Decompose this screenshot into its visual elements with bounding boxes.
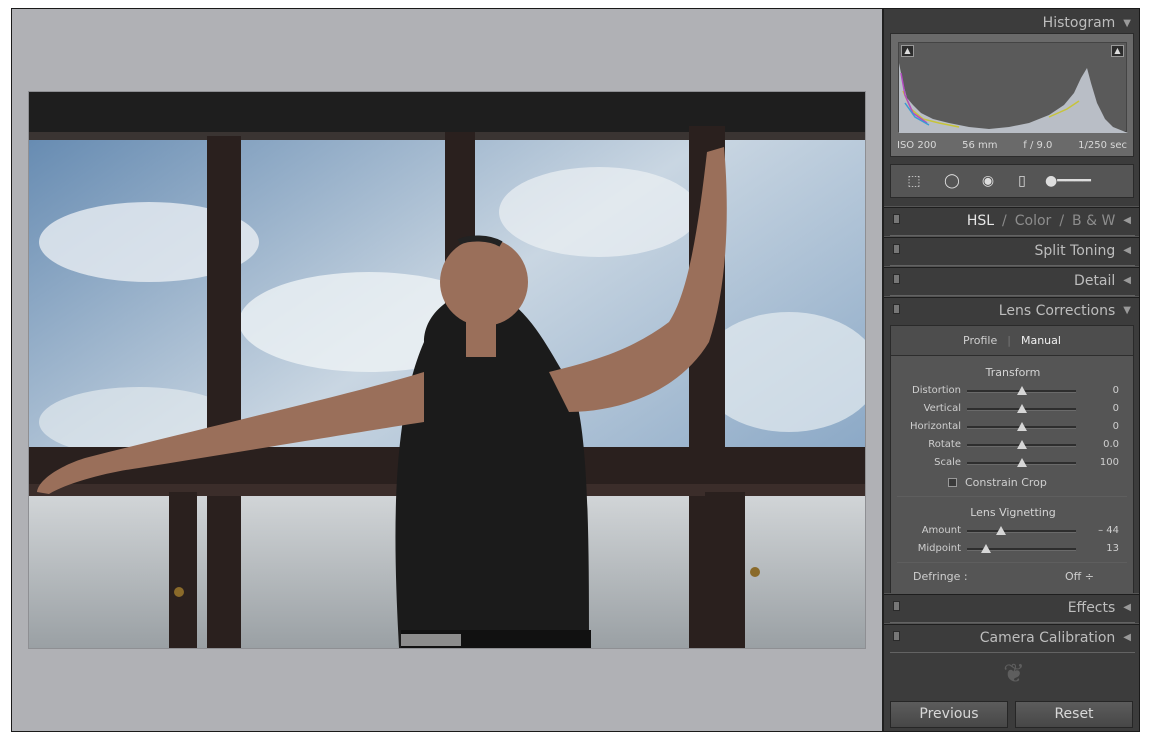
tab-separator: | xyxy=(1007,334,1011,347)
slider-value[interactable]: 0 xyxy=(1081,421,1119,432)
photo-canvas xyxy=(12,9,882,731)
panel-end-ornament-icon: ❦ xyxy=(1003,659,1025,689)
slider-knob-icon[interactable] xyxy=(995,526,1006,535)
exif-aperture: f / 9.0 xyxy=(1023,140,1053,151)
lens-corrections-title: Lens Corrections xyxy=(998,302,1116,319)
adjustment-brush-icon[interactable]: ●━━━━ xyxy=(1045,171,1123,191)
panel-header-detail[interactable]: Detail ◀ xyxy=(884,266,1139,296)
slider-value[interactable]: 0 xyxy=(1081,403,1119,414)
panel-switch-icon[interactable] xyxy=(893,631,900,641)
previous-button[interactable]: Previous xyxy=(890,701,1008,728)
panel-header-camera-calibration[interactable]: Camera Calibration ◀ xyxy=(884,623,1139,653)
transform-heading: Transform xyxy=(985,366,1041,379)
tab-manual[interactable]: Manual xyxy=(1021,334,1061,347)
slider-knob-icon[interactable] xyxy=(980,544,991,553)
histogram-curve xyxy=(899,63,1128,133)
graduated-filter-icon[interactable]: ▯ xyxy=(1011,171,1033,191)
exif-info: ISO 200 56 mm f / 9.0 1/250 sec xyxy=(897,140,1127,151)
constrain-crop-checkbox[interactable]: Constrain Crop xyxy=(948,476,1047,489)
panel-switch-icon[interactable] xyxy=(893,304,900,314)
slider-value[interactable]: 0 xyxy=(1081,385,1119,396)
slider-horizontal[interactable]: Horizontal 0 xyxy=(891,418,1135,436)
lens-corrections-body: Profile | Manual Transform Distortion 0 Ve… xyxy=(890,325,1134,595)
slider-knob-icon[interactable] xyxy=(1016,386,1027,395)
slider-distortion[interactable]: Distortion 0 xyxy=(891,382,1135,400)
slider-value[interactable]: 0.0 xyxy=(1081,439,1119,450)
spot-removal-icon[interactable]: ◯ xyxy=(941,171,963,191)
split-toning-title: Split Toning xyxy=(1034,242,1116,259)
slider-label: Rotate xyxy=(928,439,961,450)
lightroom-window: Histogram ▼ ▲ ▲ ISO 200 56 mm f / 9.0 1/… xyxy=(11,8,1140,732)
defringe-label: Defringe : xyxy=(913,570,968,583)
lens-corrections-tabs: Profile | Manual xyxy=(891,326,1133,356)
slider-vertical[interactable]: Vertical 0 xyxy=(891,400,1135,418)
slider-label: Amount xyxy=(921,525,961,536)
expand-triangle-icon[interactable]: ◀ xyxy=(1123,245,1131,256)
slider-knob-icon[interactable] xyxy=(1016,404,1027,413)
exif-iso: ISO 200 xyxy=(897,140,937,151)
checkbox-icon[interactable] xyxy=(948,478,957,487)
hsl-separator-2: / xyxy=(1059,212,1065,229)
slider-value[interactable]: 100 xyxy=(1081,457,1119,468)
collapse-triangle-icon[interactable]: ▼ xyxy=(1123,305,1131,316)
photo-image xyxy=(29,92,865,648)
collapse-triangle-icon[interactable]: ▼ xyxy=(1123,18,1131,29)
color-tab[interactable]: Color xyxy=(1015,213,1052,229)
camera-calibration-title: Camera Calibration xyxy=(979,629,1116,646)
red-eye-icon[interactable]: ◉ xyxy=(977,171,999,191)
effects-title: Effects xyxy=(1067,599,1116,616)
panel-header-split-toning[interactable]: Split Toning ◀ xyxy=(884,236,1139,266)
crop-overlay-icon[interactable]: ⬚ xyxy=(903,171,925,191)
tool-strip: ⬚ ◯ ◉ ▯ ●━━━━ xyxy=(890,164,1134,198)
slider-amount[interactable]: Amount – 44 xyxy=(891,522,1135,540)
hsl-tab[interactable]: HSL xyxy=(967,213,994,229)
panel-switch-icon[interactable] xyxy=(893,274,900,284)
histogram[interactable]: ▲ ▲ ISO 200 56 mm f / 9.0 1/250 sec xyxy=(890,33,1134,157)
reset-button[interactable]: Reset xyxy=(1015,701,1133,728)
slider-scale[interactable]: Scale 100 xyxy=(891,454,1135,472)
slider-value[interactable]: 13 xyxy=(1081,543,1119,554)
defringe-select[interactable]: Off ÷ xyxy=(1065,570,1094,583)
expand-triangle-icon[interactable]: ◀ xyxy=(1123,275,1131,286)
slider-label: Horizontal xyxy=(909,421,961,432)
expand-triangle-icon[interactable]: ◀ xyxy=(1123,632,1131,643)
panel-header-lens-corrections[interactable]: Lens Corrections ▼ xyxy=(884,296,1139,324)
slider-track[interactable] xyxy=(967,530,1076,533)
panel-header-hsl[interactable]: HSL / Color / B & W ◀ xyxy=(884,206,1139,236)
shadow-clipping-icon[interactable]: ▲ xyxy=(901,45,914,57)
exif-focal-length: 56 mm xyxy=(962,140,998,151)
slider-knob-icon[interactable] xyxy=(1016,440,1027,449)
develop-right-panel: Histogram ▼ ▲ ▲ ISO 200 56 mm f / 9.0 1/… xyxy=(882,9,1139,731)
slider-label: Scale xyxy=(934,457,961,468)
photo-preview[interactable] xyxy=(29,92,865,648)
panel-switch-icon[interactable] xyxy=(893,214,900,224)
slider-midpoint[interactable]: Midpoint 13 xyxy=(891,540,1135,558)
slider-value[interactable]: – 44 xyxy=(1081,525,1119,536)
slider-rotate[interactable]: Rotate 0.0 xyxy=(891,436,1135,454)
expand-triangle-icon[interactable]: ◀ xyxy=(1123,602,1131,613)
panel-switch-icon[interactable] xyxy=(893,244,900,254)
panel-header-effects[interactable]: Effects ◀ xyxy=(884,593,1139,623)
tab-profile[interactable]: Profile xyxy=(963,334,997,347)
slider-label: Distortion xyxy=(912,385,961,396)
slider-label: Midpoint xyxy=(917,543,961,554)
histogram-title: Histogram xyxy=(1042,15,1116,31)
lens-vignetting-heading: Lens Vignetting xyxy=(970,506,1056,519)
bw-tab[interactable]: B & W xyxy=(1072,213,1115,229)
expand-triangle-icon[interactable]: ◀ xyxy=(1123,215,1131,226)
constrain-crop-label: Constrain Crop xyxy=(965,476,1047,489)
highlight-clipping-icon[interactable]: ▲ xyxy=(1111,45,1124,57)
detail-title: Detail xyxy=(1074,272,1116,289)
slider-label: Vertical xyxy=(923,403,961,414)
histogram-graph: ▲ ▲ xyxy=(898,42,1128,133)
hsl-separator: / xyxy=(1002,212,1007,229)
panel-switch-icon[interactable] xyxy=(893,601,900,611)
exif-shutter: 1/250 sec xyxy=(1078,140,1127,151)
slider-knob-icon[interactable] xyxy=(1016,458,1027,467)
slider-knob-icon[interactable] xyxy=(1016,422,1027,431)
